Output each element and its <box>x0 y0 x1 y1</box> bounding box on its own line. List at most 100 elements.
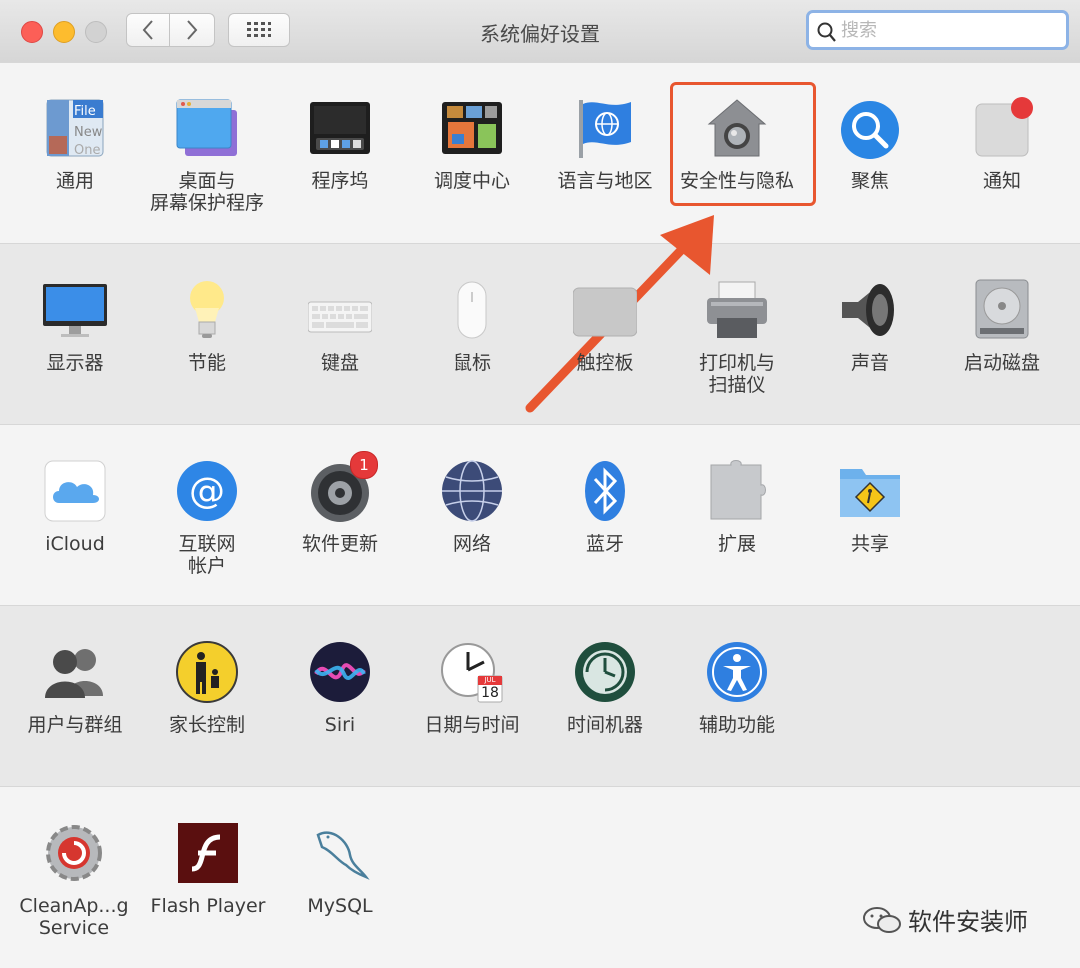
pref-label: 蓝牙 <box>585 533 624 555</box>
svg-text:File: File <box>74 104 96 119</box>
pref-label: MySQL <box>307 895 373 917</box>
sound-icon <box>838 278 902 342</box>
mission-control-icon <box>440 96 504 160</box>
pref-label: 扩展 <box>717 533 756 555</box>
accessibility-icon <box>705 640 769 704</box>
notifications-icon <box>970 96 1034 160</box>
mysql-icon <box>308 821 372 885</box>
pref-sharing[interactable]: 共享 <box>804 459 936 555</box>
pref-mysql[interactable]: MySQL <box>274 821 406 917</box>
pref-bluetooth[interactable]: 蓝牙 <box>539 459 671 555</box>
pref-label: 通知 <box>982 170 1021 192</box>
pref-label: 键盘 <box>320 352 359 374</box>
pref-label: 语言与地区 <box>557 170 653 192</box>
pref-label: 声音 <box>850 352 889 374</box>
pref-cleanapp[interactable]: CleanAp...g Service <box>0 821 162 939</box>
keyboard-icon <box>307 278 373 342</box>
pref-energy-saver[interactable]: 节能 <box>141 278 273 374</box>
pref-internet-accounts[interactable]: @ 互联网 帐户 <box>141 459 273 577</box>
sharing-icon <box>838 459 902 523</box>
pref-mouse[interactable]: 鼠标 <box>406 278 538 374</box>
pref-label: 通用 <box>55 170 94 192</box>
watermark: 软件安装师 <box>862 902 1028 941</box>
pref-language-region[interactable]: 语言与地区 <box>539 96 671 192</box>
pref-extensions[interactable]: 扩展 <box>671 459 803 555</box>
language-region-icon <box>573 96 637 160</box>
dock-icon <box>308 96 372 160</box>
pref-label: 桌面与 屏幕保护程序 <box>149 170 264 214</box>
cleanapp-icon <box>42 821 106 885</box>
time-machine-icon <box>573 640 637 704</box>
pref-displays[interactable]: 显示器 <box>9 278 141 374</box>
pref-mission-control[interactable]: 调度中心 <box>406 96 538 192</box>
pref-label: 启动磁盘 <box>963 352 1040 374</box>
pref-label: 互联网 帐户 <box>178 533 236 577</box>
users-groups-icon <box>43 640 107 704</box>
spotlight-icon <box>838 96 902 160</box>
window-titlebar: 系统偏好设置 <box>0 0 1080 63</box>
annotation-highlight-box <box>670 82 816 206</box>
pref-label: 鼠标 <box>452 352 491 374</box>
pref-trackpad[interactable]: 触控板 <box>539 278 671 374</box>
pref-users-groups[interactable]: 用户与群组 <box>9 640 141 736</box>
pref-time-machine[interactable]: 时间机器 <box>539 640 671 736</box>
wechat-icon <box>862 905 902 941</box>
pref-label: 聚焦 <box>850 170 889 192</box>
pref-icloud[interactable]: iCloud <box>9 459 141 555</box>
network-icon <box>440 459 504 523</box>
pref-general[interactable]: File New One 通用 <box>9 96 141 192</box>
watermark-text: 软件安装师 <box>908 908 1028 936</box>
pref-flash-player[interactable]: Flash Player <box>141 821 275 917</box>
pref-date-time[interactable]: JUL 18 日期与时间 <box>406 640 538 736</box>
bluetooth-icon <box>573 459 637 523</box>
pref-label: iCloud <box>45 533 105 555</box>
pref-label: 程序坞 <box>311 170 369 192</box>
pref-label: 家长控制 <box>168 714 245 736</box>
pref-desktop-screensaver[interactable]: 桌面与 屏幕保护程序 <box>141 96 273 214</box>
general-icon: File New One <box>43 96 107 160</box>
pref-siri[interactable]: Siri <box>274 640 406 736</box>
pref-label: 用户与群组 <box>27 714 123 736</box>
pref-label: Flash Player <box>150 895 266 917</box>
calendar-month-text: JUL <box>484 676 496 684</box>
energy-saver-icon <box>175 278 239 342</box>
svg-text:@: @ <box>189 471 225 512</box>
pref-dock[interactable]: 程序坞 <box>274 96 406 192</box>
pref-label: 调度中心 <box>433 170 510 192</box>
pref-parental-controls[interactable]: 家长控制 <box>141 640 273 736</box>
desktop-icon <box>175 96 239 160</box>
mouse-icon <box>440 278 504 342</box>
pref-keyboard[interactable]: 键盘 <box>274 278 406 374</box>
pref-sound[interactable]: 声音 <box>804 278 936 374</box>
svg-text:One: One <box>74 143 100 158</box>
pref-network[interactable]: 网络 <box>406 459 538 555</box>
pref-label: 打印机与 扫描仪 <box>698 352 775 396</box>
pref-label: 软件更新 <box>301 533 378 555</box>
trackpad-icon <box>572 278 638 342</box>
pref-notifications[interactable]: 通知 <box>936 96 1068 192</box>
pref-accessibility[interactable]: 辅助功能 <box>671 640 803 736</box>
update-count-badge: 1 <box>350 451 378 479</box>
pref-startup-disk[interactable]: 启动磁盘 <box>936 278 1068 374</box>
pref-label: 时间机器 <box>566 714 643 736</box>
search-field[interactable] <box>806 10 1069 50</box>
svg-text:New: New <box>74 125 103 140</box>
pref-spotlight[interactable]: 聚焦 <box>804 96 936 192</box>
pref-label: CleanAp...g Service <box>19 895 129 939</box>
pref-label: 触控板 <box>576 352 634 374</box>
calendar-day-text: 18 <box>481 685 499 701</box>
pref-label: 辅助功能 <box>698 714 775 736</box>
search-input[interactable] <box>841 18 1051 42</box>
pref-label: 共享 <box>850 533 889 555</box>
date-time-icon: JUL 18 <box>440 640 504 704</box>
flash-player-icon <box>176 821 240 885</box>
siri-icon <box>308 640 372 704</box>
internet-accounts-icon: @ <box>175 459 239 523</box>
extensions-icon <box>705 459 769 523</box>
pref-label: 节能 <box>187 352 226 374</box>
software-update-icon: 1 <box>308 451 378 523</box>
pref-label: 显示器 <box>46 352 104 374</box>
pref-software-update[interactable]: 1 软件更新 <box>274 451 406 555</box>
printer-icon <box>705 278 769 342</box>
pref-printers-scanners[interactable]: 打印机与 扫描仪 <box>671 278 803 396</box>
